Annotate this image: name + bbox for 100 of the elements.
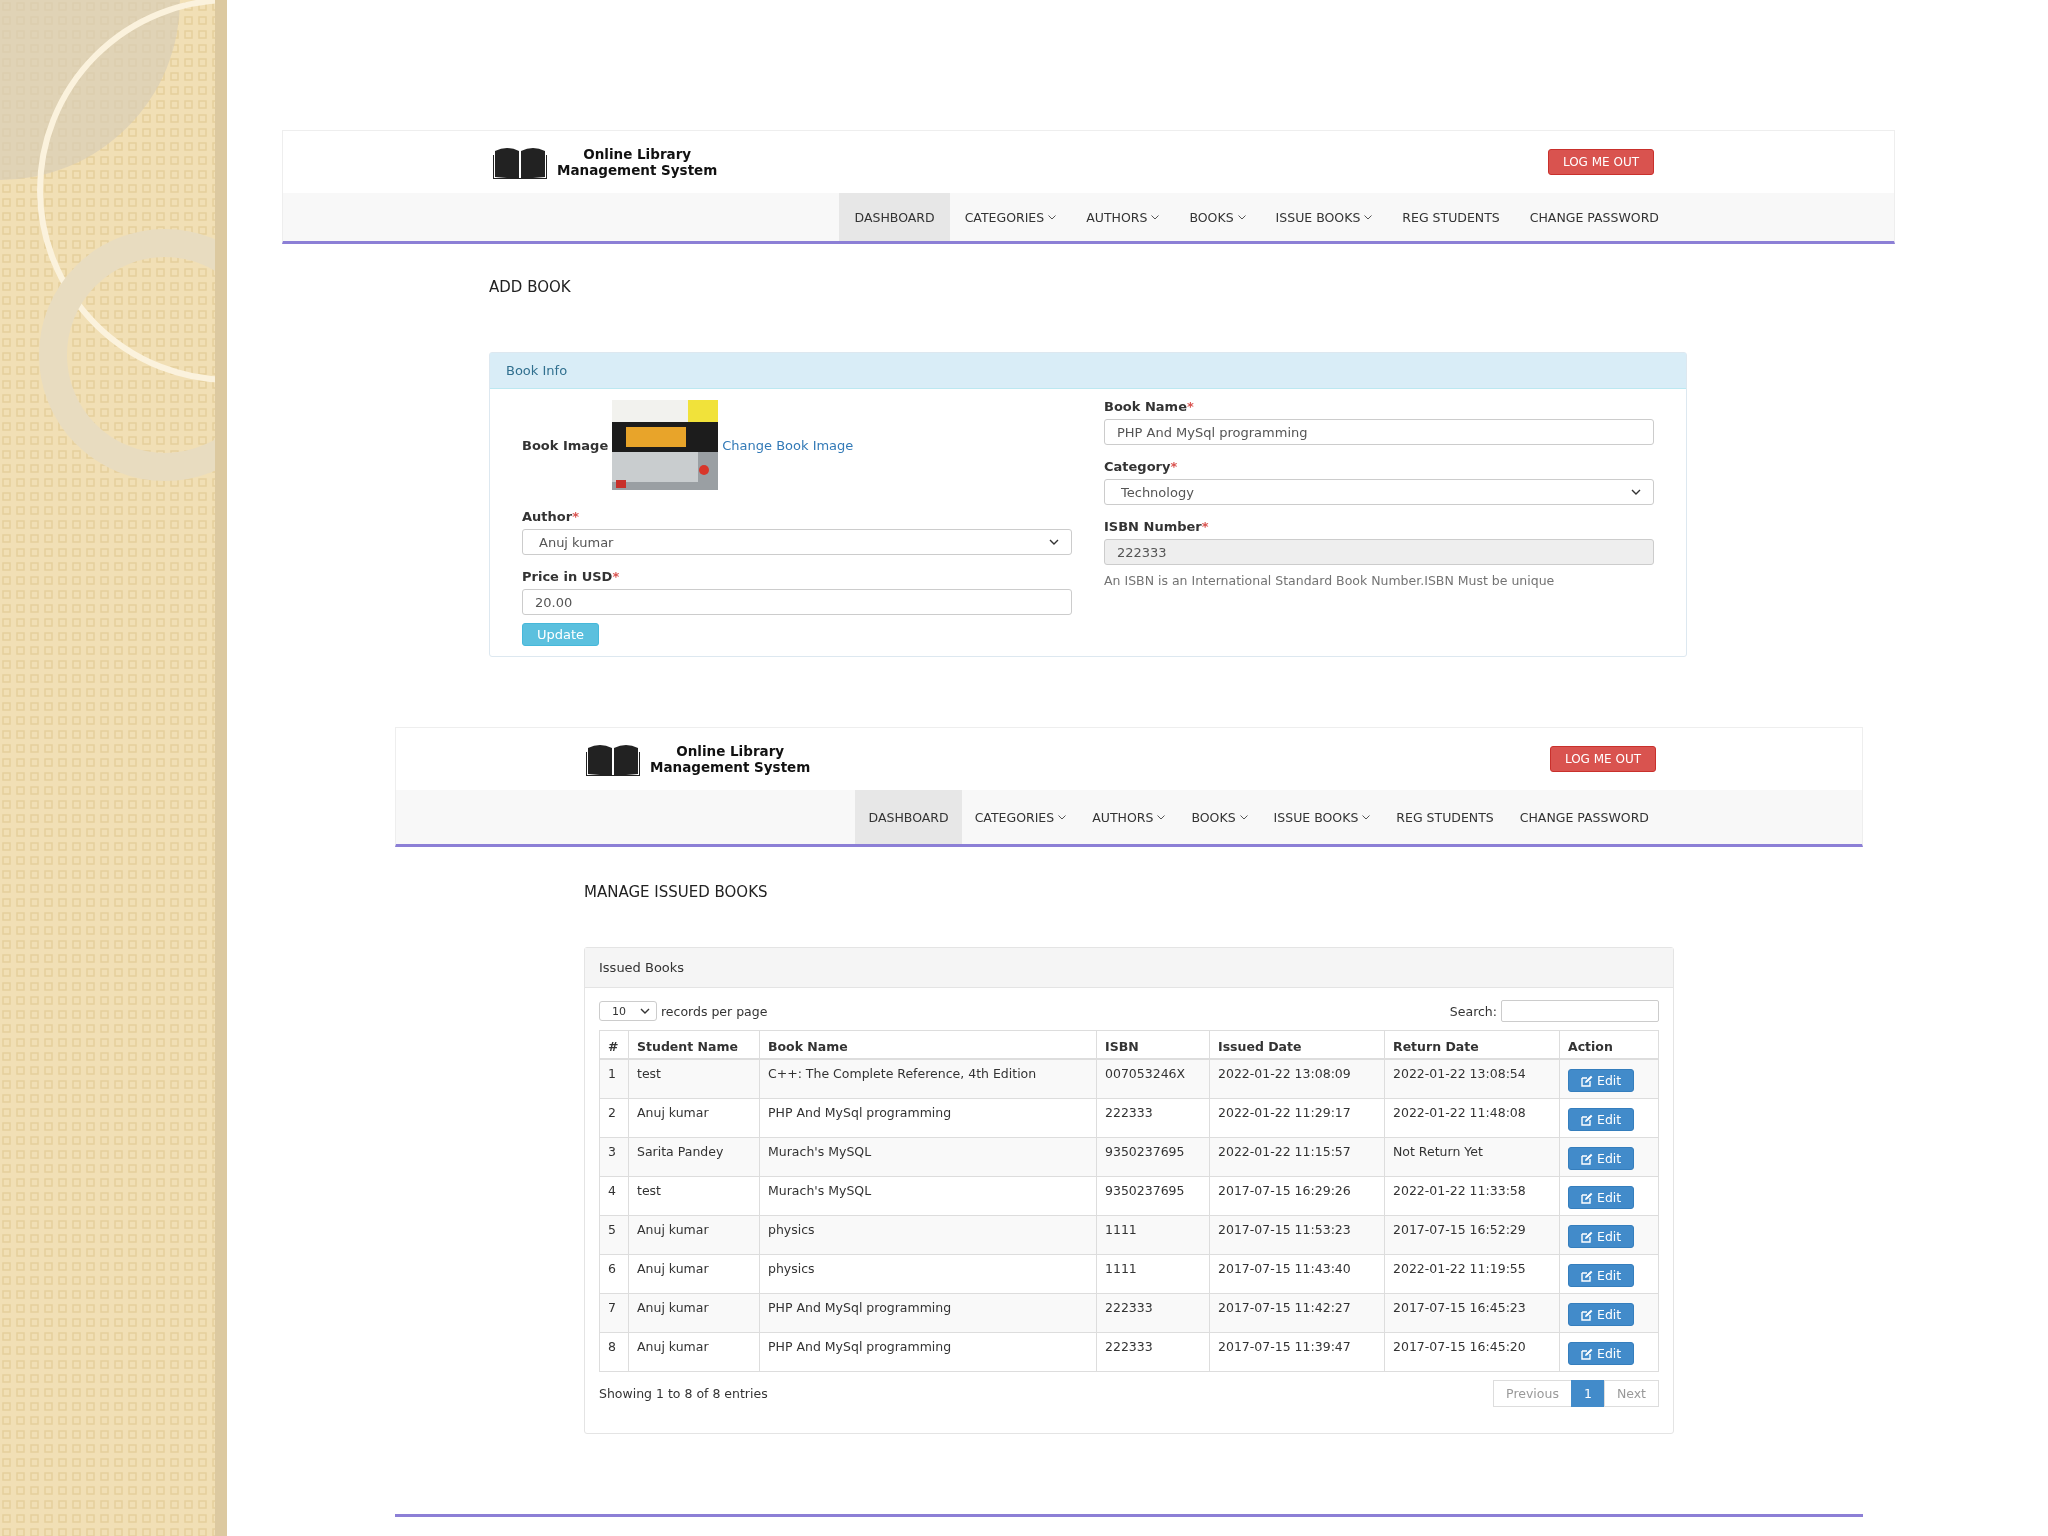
edit-icon	[1581, 1191, 1593, 1204]
input-field[interactable]: PHP And MySql programming	[1104, 419, 1654, 445]
field-label: ISBN Number*	[1104, 519, 1210, 534]
help-text: An ISBN is an International Standard Book Number.ISBN Must be unique	[1104, 573, 1556, 588]
input-field[interactable]: 20.00	[522, 589, 1072, 615]
chevron-down-icon	[1631, 489, 1641, 495]
table-cell: Anuj kumar	[628, 1215, 760, 1255]
table-cell: Anuj kumar	[628, 1293, 760, 1333]
nav-tab[interactable]: REG STUDENTS	[1383, 790, 1507, 844]
table-cell: 2017-07-15 11:39:47	[1209, 1332, 1385, 1372]
field-label: Category*	[1104, 459, 1179, 474]
entries-summary: Showing 1 to 8 of 8 entries	[599, 1386, 768, 1401]
table-cell: Anuj kumar	[628, 1098, 760, 1138]
chevron-down-icon	[640, 1008, 650, 1014]
table-cell: 2017-07-15 11:42:27	[1209, 1293, 1385, 1333]
caret-icon	[1362, 814, 1371, 820]
field-label: Book Image	[522, 437, 609, 453]
search-label: Search:	[1449, 1003, 1497, 1019]
table-cell: 6	[599, 1254, 629, 1294]
table-cell: physics	[759, 1215, 1097, 1255]
page-size-select[interactable]: 10	[599, 1001, 657, 1021]
caret-icon	[1058, 814, 1067, 820]
panel-heading: Book Info	[506, 363, 568, 378]
nav-tab[interactable]: CHANGE PASSWORD	[1514, 193, 1674, 241]
table-cell: Sarita Pandey	[628, 1137, 760, 1177]
app-title: Online Library	[583, 146, 692, 162]
edit-icon	[1581, 1308, 1593, 1321]
edit-button[interactable]: Edit	[1568, 1147, 1635, 1170]
caret-icon	[1364, 214, 1373, 220]
edit-button[interactable]: Edit	[1568, 1186, 1635, 1209]
nav-tab[interactable]: REG STUDENTS	[1387, 193, 1515, 241]
table-cell: 2022-01-22 13:08:09	[1209, 1059, 1385, 1099]
table-cell: 2022-01-22 11:15:57	[1209, 1137, 1385, 1177]
edit-icon	[1581, 1269, 1593, 1282]
select-field[interactable]: Anuj kumar	[522, 529, 1072, 555]
table-cell: 2022-01-22 11:19:55	[1384, 1254, 1560, 1294]
open-book-icon	[493, 145, 547, 179]
edit-button[interactable]: Edit	[1568, 1069, 1635, 1092]
page-title: ADD BOOK	[489, 278, 572, 298]
table-cell: PHP And MySql programming	[759, 1098, 1097, 1138]
nav-tab[interactable]: CHANGE PASSWORD	[1506, 790, 1662, 844]
table-cell: 2017-07-15 11:53:23	[1209, 1215, 1385, 1255]
edit-button[interactable]: Edit	[1568, 1108, 1635, 1131]
search-field[interactable]	[1501, 1000, 1659, 1022]
table-cell: 9350237695	[1096, 1137, 1210, 1177]
table-cell: 2017-07-15 16:52:29	[1384, 1215, 1560, 1255]
edit-button[interactable]: Edit	[1568, 1342, 1635, 1365]
field-label: Price in USD*	[522, 569, 621, 584]
chevron-down-icon	[1049, 539, 1059, 545]
nav-tab[interactable]: CATEGORIES	[949, 193, 1072, 241]
edit-button[interactable]: Edit	[1568, 1225, 1635, 1248]
table-cell: PHP And MySql programming	[759, 1332, 1097, 1372]
nav-tab[interactable]: DASHBOARD	[839, 193, 950, 241]
table-cell: 222333	[1096, 1098, 1210, 1138]
select-field[interactable]: Technology	[1104, 479, 1654, 505]
table-cell: 222333	[1096, 1332, 1210, 1372]
edit-button[interactable]: Edit	[1568, 1264, 1635, 1287]
table-cell: Anuj kumar	[628, 1254, 760, 1294]
app-title: Management System	[650, 759, 811, 775]
field-label: Author*	[522, 509, 580, 524]
nav-tab[interactable]: AUTHORS	[1071, 193, 1175, 241]
caret-icon	[1151, 214, 1160, 220]
table-cell: 3	[599, 1137, 629, 1177]
table-cell: 2017-07-15 16:29:26	[1209, 1176, 1385, 1216]
caret-icon	[1048, 214, 1057, 220]
nav-tab[interactable]: ISSUE BOOKS	[1260, 193, 1388, 241]
open-book-icon	[586, 742, 640, 776]
table-cell: PHP And MySql programming	[759, 1293, 1097, 1333]
table-cell: 9350237695	[1096, 1176, 1210, 1216]
caret-icon	[1239, 814, 1248, 820]
caret-icon	[1237, 214, 1246, 220]
logout-button[interactable]: LOG ME OUT	[1549, 746, 1656, 772]
nav-tab[interactable]: CATEGORIES	[961, 790, 1080, 844]
table-cell: Not Return Yet	[1384, 1137, 1560, 1177]
nav-tab[interactable]: BOOKS	[1178, 790, 1261, 844]
table-cell: Anuj kumar	[628, 1332, 760, 1372]
table-cell: 1	[599, 1059, 629, 1099]
logout-button[interactable]: LOG ME OUT	[1547, 149, 1654, 175]
nav-tab[interactable]: AUTHORS	[1079, 790, 1179, 844]
table-cell: test	[628, 1059, 760, 1099]
table-cell: 5	[599, 1215, 629, 1255]
table-cell: 4	[599, 1176, 629, 1216]
table-cell: Murach's MySQL	[759, 1176, 1097, 1216]
edit-button[interactable]: Edit	[1568, 1303, 1635, 1326]
nav-tab[interactable]: DASHBOARD	[855, 790, 962, 844]
field-label: Book Name*	[1104, 399, 1195, 414]
change-image-link[interactable]: Change Book Image	[722, 437, 854, 453]
table-cell: 2022-01-22 11:33:58	[1384, 1176, 1560, 1216]
table-cell: 2022-01-22 11:48:08	[1384, 1098, 1560, 1138]
table-cell: test	[628, 1176, 760, 1216]
page-title: MANAGE ISSUED BOOKS	[584, 883, 769, 903]
table-cell: 1111	[1096, 1254, 1210, 1294]
table-cell: 8	[599, 1332, 629, 1372]
nav-tab[interactable]: BOOKS	[1174, 193, 1261, 241]
nav-tab[interactable]: ISSUE BOOKS	[1260, 790, 1384, 844]
table-cell: 7	[599, 1293, 629, 1333]
edit-icon	[1581, 1230, 1593, 1243]
pagination-button[interactable]: 1	[1570, 1380, 1605, 1407]
table-cell: 2022-01-22 13:08:54	[1384, 1059, 1560, 1099]
table-cell: 222333	[1096, 1293, 1210, 1333]
